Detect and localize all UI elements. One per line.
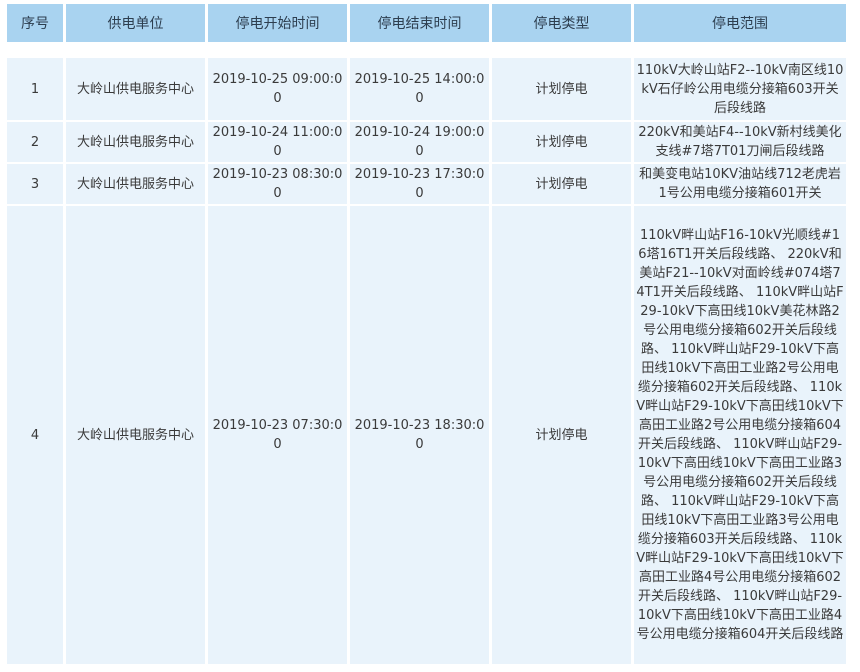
cell-outage-range: 和美变电站10KV油站线712老虎岩1号公用电缆分接箱601开关	[634, 164, 846, 206]
header-start-time: 停电开始时间	[208, 4, 347, 44]
cell-seq: 2	[7, 122, 63, 164]
table-body: 1 大岭山供电服务中心 2019-10-25 09:00:00 2019-10-…	[7, 58, 846, 666]
cell-outage-type: 计划停电	[492, 206, 631, 666]
cell-outage-range: 220kV和美站F4--10kV新村线美化支线#7塔7T01刀闸后段线路	[634, 122, 846, 164]
cell-end-time: 2019-10-23 18:30:00	[350, 206, 489, 666]
header-outage-type: 停电类型	[492, 4, 631, 44]
cell-start-time: 2019-10-23 07:30:00	[208, 206, 347, 666]
cell-end-time: 2019-10-25 14:00:00	[350, 58, 489, 122]
table-row: 3 大岭山供电服务中心 2019-10-23 08:30:00 2019-10-…	[7, 164, 846, 206]
cell-start-time: 2019-10-25 09:00:00	[208, 58, 347, 122]
cell-unit: 大岭山供电服务中心	[66, 206, 205, 666]
cell-seq: 1	[7, 58, 63, 122]
cell-unit: 大岭山供电服务中心	[66, 122, 205, 164]
cell-outage-type: 计划停电	[492, 122, 631, 164]
header-unit: 供电单位	[66, 4, 205, 44]
outage-table: 序号 供电单位 停电开始时间 停电结束时间 停电类型 停电范围 1 大岭山供电服…	[4, 4, 849, 666]
cell-end-time: 2019-10-24 19:00:00	[350, 122, 489, 164]
cell-unit: 大岭山供电服务中心	[66, 58, 205, 122]
header-end-time: 停电结束时间	[350, 4, 489, 44]
table-header-row: 序号 供电单位 停电开始时间 停电结束时间 停电类型 停电范围	[7, 4, 846, 44]
cell-outage-range: 110kV畔山站F16-10kV光顺线#16塔16T1开关后段线路、 220kV…	[634, 206, 846, 666]
cell-start-time: 2019-10-24 11:00:00	[208, 122, 347, 164]
table-row: 4 大岭山供电服务中心 2019-10-23 07:30:00 2019-10-…	[7, 206, 846, 666]
cell-end-time: 2019-10-23 17:30:00	[350, 164, 489, 206]
cell-unit: 大岭山供电服务中心	[66, 164, 205, 206]
cell-outage-type: 计划停电	[492, 164, 631, 206]
header-seq: 序号	[7, 4, 63, 44]
header-gap	[7, 44, 846, 58]
cell-seq: 3	[7, 164, 63, 206]
table-row: 1 大岭山供电服务中心 2019-10-25 09:00:00 2019-10-…	[7, 58, 846, 122]
header-outage-range: 停电范围	[634, 4, 846, 44]
outage-notice-page: 序号 供电单位 停电开始时间 停电结束时间 停电类型 停电范围 1 大岭山供电服…	[0, 0, 860, 672]
cell-outage-range: 110kV大岭山站F2--10kV南区线10kV石仔岭公用电缆分接箱603开关后…	[634, 58, 846, 122]
cell-outage-type: 计划停电	[492, 58, 631, 122]
table-row: 2 大岭山供电服务中心 2019-10-24 11:00:00 2019-10-…	[7, 122, 846, 164]
cell-start-time: 2019-10-23 08:30:00	[208, 164, 347, 206]
cell-seq: 4	[7, 206, 63, 666]
